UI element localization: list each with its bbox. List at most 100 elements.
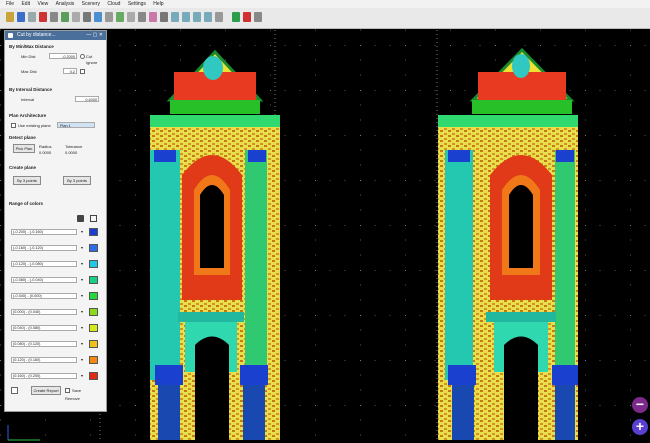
min-dist-input[interactable]: -0.2000: [49, 53, 77, 59]
cursor-icon[interactable]: [83, 12, 91, 22]
color-range-label[interactable]: (0.160) - (0.200): [11, 373, 77, 379]
ignore-label: Ignore: [86, 60, 98, 65]
pick-plan-button[interactable]: Pick Plan: [13, 144, 35, 153]
menu-help[interactable]: Help: [153, 0, 163, 8]
color-swatch[interactable]: [89, 356, 98, 364]
palette-icon[interactable]: [77, 215, 84, 222]
menu-settings[interactable]: Settings: [128, 0, 146, 8]
grid-icon[interactable]: [105, 12, 113, 22]
color-range-row: (0.080) - (0.120) ▾: [11, 339, 101, 350]
chevron-down-icon[interactable]: ▾: [81, 309, 83, 314]
section-range-of-colors: Range of colors: [9, 201, 44, 206]
tolerance-value[interactable]: 0.0000: [65, 150, 77, 155]
run-icon[interactable]: [232, 12, 240, 22]
use-existing-plane-checkbox[interactable]: [11, 123, 16, 128]
save-icon[interactable]: [17, 12, 25, 22]
use-existing-plane-label: Use existing plane: [18, 123, 51, 128]
cut-by-distance-panel: Cut by distance... — ▢ ✕ By Min/Max Dist…: [4, 30, 107, 412]
section-interval: By Interval Distance: [9, 87, 53, 92]
report-option-checkbox[interactable]: [11, 387, 18, 394]
cut-label: Cut: [86, 54, 93, 59]
remove-label: Remove: [65, 396, 80, 401]
color-range-row: (-0.080) - (-0.040) ▾: [11, 275, 101, 286]
plane-select[interactable]: Plan 1: [57, 122, 95, 128]
toolbar: [0, 8, 650, 29]
open-icon[interactable]: [6, 12, 14, 22]
layers-icon[interactable]: [72, 12, 80, 22]
chevron-down-icon[interactable]: ▾: [81, 373, 83, 378]
color-swatch[interactable]: [89, 340, 98, 348]
view-icon[interactable]: [215, 12, 223, 22]
filter-icon[interactable]: [116, 12, 124, 22]
rotate-icon[interactable]: [138, 12, 146, 22]
color-swatch[interactable]: [89, 260, 98, 268]
zoom-out-tool-icon[interactable]: [182, 12, 190, 22]
save-checkbox[interactable]: [65, 388, 70, 393]
camera-icon[interactable]: [149, 12, 157, 22]
delete-icon[interactable]: [39, 12, 47, 22]
by-3-points-button-2[interactable]: By 3 points: [63, 176, 91, 185]
zoom-window-icon[interactable]: [204, 12, 212, 22]
max-dist-input[interactable]: 0.2: [63, 68, 77, 74]
color-range-row: (0.040) - (0.080) ▾: [11, 323, 101, 334]
crop-icon[interactable]: [127, 12, 135, 22]
color-range-row: (-0.040) - (0.000) ▾: [11, 291, 101, 302]
color-range-label[interactable]: (-0.080) - (-0.040): [11, 277, 77, 283]
chevron-down-icon[interactable]: ▾: [81, 325, 83, 330]
menu-bar: File Edit View Analysis Scenery Cloud Se…: [0, 0, 650, 8]
color-swatch[interactable]: [89, 244, 98, 252]
color-range-label[interactable]: (-0.040) - (0.000): [11, 293, 77, 299]
window-icon: [8, 33, 13, 38]
color-range-label[interactable]: (-0.160) - (-0.120): [11, 245, 77, 251]
zoom-in-tool-icon[interactable]: [171, 12, 179, 22]
radius-value[interactable]: 0.0000: [39, 150, 51, 155]
chevron-down-icon[interactable]: ▾: [81, 293, 83, 298]
color-swatch[interactable]: [89, 324, 98, 332]
color-swatch[interactable]: [89, 372, 98, 380]
zoom-in-button[interactable]: +: [632, 419, 648, 435]
panel-title: Cut by distance...: [17, 32, 56, 38]
color-swatch[interactable]: [89, 276, 98, 284]
measure-icon[interactable]: [94, 12, 102, 22]
chevron-down-icon[interactable]: ▾: [81, 229, 83, 234]
chevron-down-icon[interactable]: ▾: [81, 245, 83, 250]
menu-view[interactable]: View: [37, 0, 48, 8]
color-range-label[interactable]: (0.040) - (0.080): [11, 325, 77, 331]
interval-input[interactable]: 0.4000: [75, 96, 99, 102]
menu-cloud[interactable]: Cloud: [107, 0, 120, 8]
max-dist-checkbox[interactable]: [80, 69, 85, 74]
export-icon[interactable]: [254, 12, 262, 22]
create-report-button[interactable]: Create Report: [31, 386, 61, 395]
menu-analysis[interactable]: Analysis: [56, 0, 75, 8]
color-range-label[interactable]: (0.120) - (0.160): [11, 357, 77, 363]
menu-scenery[interactable]: Scenery: [82, 0, 100, 8]
color-range-label[interactable]: (0.080) - (0.120): [11, 341, 77, 347]
color-range-row: (0.000) - (0.040) ▾: [11, 307, 101, 318]
color-swatch[interactable]: [89, 228, 98, 236]
print-icon[interactable]: [28, 12, 36, 22]
color-range-label[interactable]: (-0.120) - (-0.080): [11, 261, 77, 267]
chevron-down-icon[interactable]: ▾: [81, 261, 83, 266]
menu-file[interactable]: File: [6, 0, 14, 8]
by-3-points-button[interactable]: By 3 points: [13, 176, 41, 185]
color-swatch[interactable]: [89, 292, 98, 300]
zoom-out-button[interactable]: −: [632, 397, 648, 413]
color-range-label[interactable]: (0.000) - (0.040): [11, 309, 77, 315]
panel-title-bar[interactable]: Cut by distance... — ▢ ✕: [5, 31, 106, 40]
chevron-down-icon[interactable]: ▾: [81, 357, 83, 362]
zoom-fit-icon[interactable]: [193, 12, 201, 22]
cloud-icon[interactable]: [61, 12, 69, 22]
settings-icon[interactable]: [50, 12, 58, 22]
menu-edit[interactable]: Edit: [21, 0, 30, 8]
color-range-row: (-0.120) - (-0.080) ▾: [11, 259, 101, 270]
chevron-down-icon[interactable]: ▾: [81, 341, 83, 346]
record-icon[interactable]: [243, 12, 251, 22]
window-controls[interactable]: — ▢ ✕: [86, 31, 103, 40]
copy-icon[interactable]: [90, 215, 97, 222]
cut-radio[interactable]: [80, 54, 85, 59]
chevron-down-icon[interactable]: ▾: [81, 277, 83, 282]
color-swatch[interactable]: [89, 308, 98, 316]
save-label: Save: [72, 388, 82, 393]
color-range-label[interactable]: (-0.200) - (-0.160): [11, 229, 77, 235]
move-icon[interactable]: [160, 12, 168, 22]
